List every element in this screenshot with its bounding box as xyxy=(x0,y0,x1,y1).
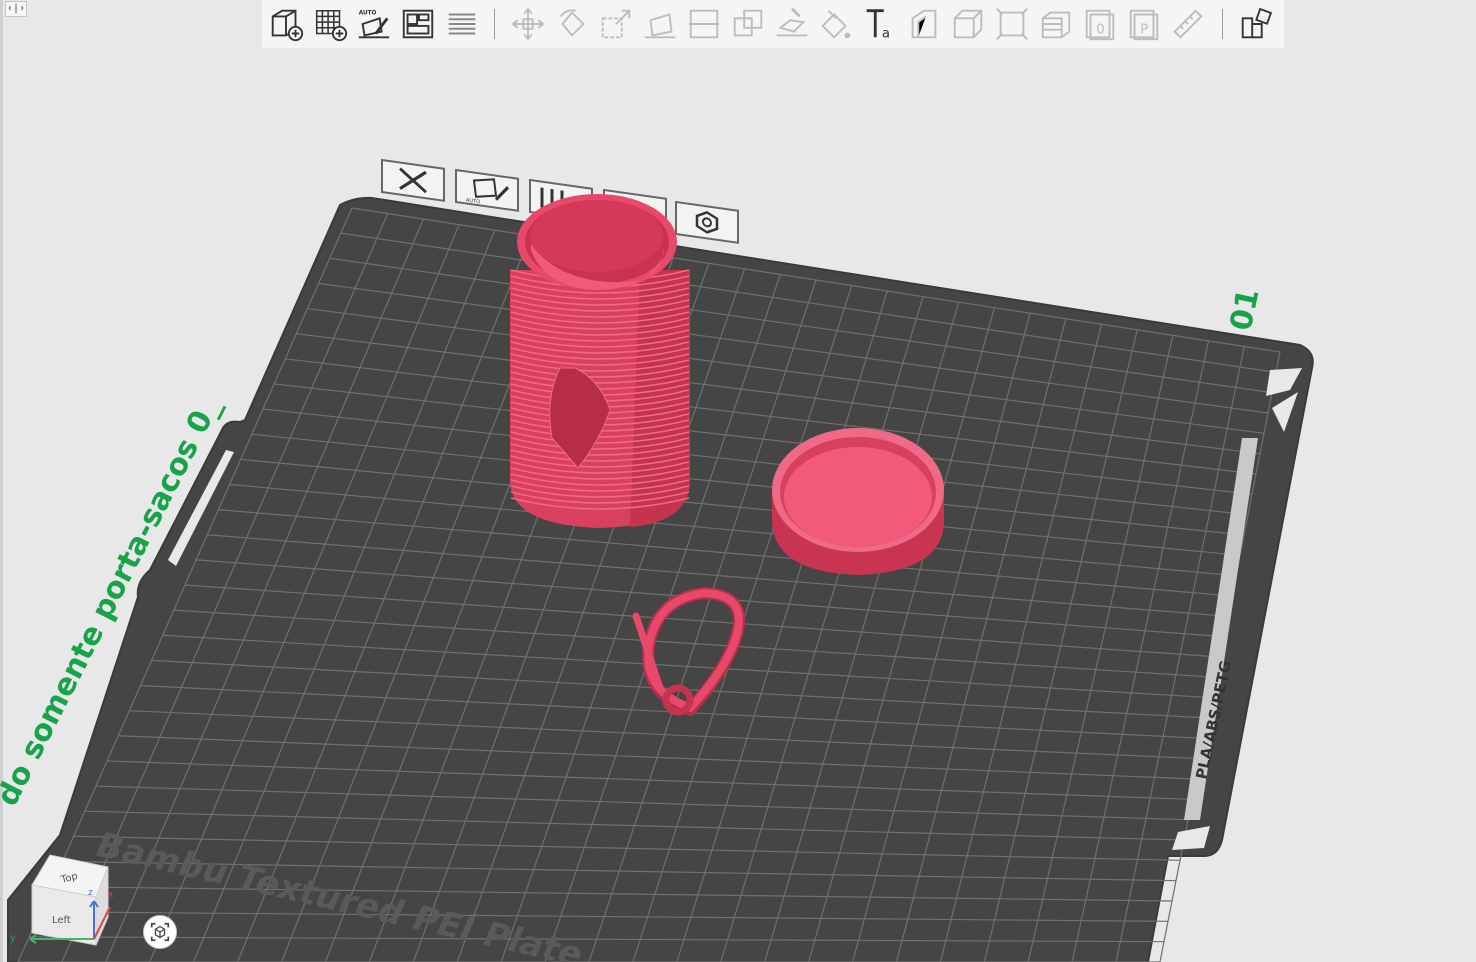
support-paint-icon[interactable] xyxy=(772,4,812,44)
axis-z-label: z xyxy=(88,888,93,898)
arrange-icon[interactable] xyxy=(398,4,438,44)
svg-text:P: P xyxy=(1140,23,1148,38)
container-lid[interactable] xyxy=(772,428,944,575)
zoom-fit-icon xyxy=(150,922,170,942)
toolbar-separator xyxy=(1222,9,1223,39)
assembly-view-icon[interactable] xyxy=(1236,4,1276,44)
toolbar-separator xyxy=(494,9,495,39)
ruler-icon[interactable] xyxy=(1168,4,1208,44)
view-cube-left-label: Left xyxy=(52,915,71,926)
container-body[interactable] xyxy=(510,194,690,528)
scale-icon[interactable] xyxy=(596,4,636,44)
svg-text:0: 0 xyxy=(1096,23,1104,38)
auto-orient-plate-icon[interactable]: AUTO xyxy=(455,168,519,212)
lay-on-face-icon[interactable] xyxy=(640,4,680,44)
split-plates-icon[interactable] xyxy=(442,4,482,44)
color-paint-icon[interactable] xyxy=(816,4,856,44)
auto-orient-icon[interactable]: AUTO xyxy=(354,4,394,44)
svg-text:a: a xyxy=(882,26,890,41)
add-plate-icon[interactable] xyxy=(310,4,350,44)
plate-scene[interactable]: Bambu Textured PEI Plate PLA/ABS/PETG HO… xyxy=(0,0,1476,962)
move-icon[interactable] xyxy=(508,4,548,44)
seam-paint-icon[interactable] xyxy=(904,4,944,44)
measure-box-icon[interactable] xyxy=(992,4,1032,44)
slice-object-icon[interactable]: 0 xyxy=(1080,4,1120,44)
axis-y-label: y xyxy=(10,933,16,944)
auto-badge: AUTO xyxy=(359,11,377,17)
axis-x-label: x xyxy=(108,890,114,900)
zoom-fit-button[interactable] xyxy=(143,915,177,949)
slice-plate-icon[interactable]: P xyxy=(1124,4,1164,44)
plate-number-label: 01 xyxy=(1224,286,1267,334)
main-toolbar: AUTO a 0 P xyxy=(262,0,1284,48)
boolean-icon[interactable] xyxy=(728,4,768,44)
variable-layer-icon[interactable] xyxy=(1036,4,1076,44)
cut-icon[interactable] xyxy=(684,4,724,44)
assembly-icon[interactable] xyxy=(948,4,988,44)
add-icon[interactable] xyxy=(266,4,306,44)
3d-viewport[interactable]: ‹|› Bambu Textured PEI Plate PLA/ABS/PET… xyxy=(0,0,1476,962)
text-icon[interactable]: a xyxy=(860,4,900,44)
view-cube[interactable]: Top Left y z x xyxy=(0,845,130,955)
delete-plate-icon[interactable] xyxy=(381,158,445,202)
plate-settings-icon[interactable] xyxy=(675,200,739,244)
rotate-icon[interactable] xyxy=(552,4,592,44)
